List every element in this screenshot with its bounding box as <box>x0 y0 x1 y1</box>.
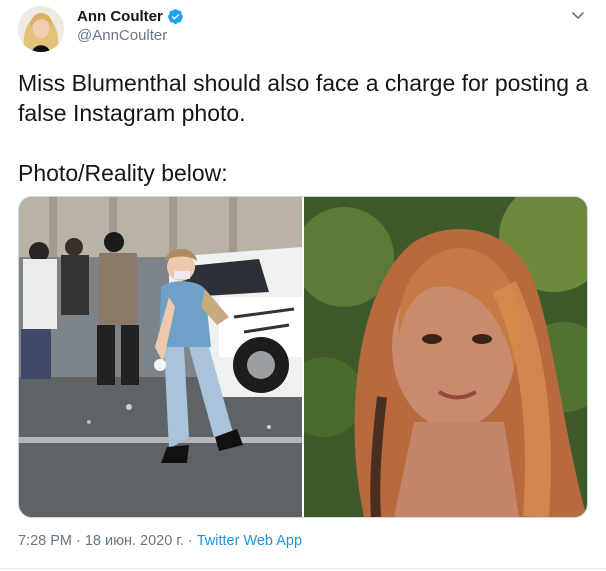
avatar[interactable] <box>18 6 64 52</box>
author-handle[interactable]: @AnnCoulter <box>77 27 167 44</box>
tweet-source-link[interactable]: Twitter Web App <box>197 533 302 549</box>
tweet-time[interactable]: 7:28 PM <box>18 533 72 549</box>
author-row: Ann Coulter <box>77 8 184 25</box>
media-photo-protest[interactable] <box>19 197 302 517</box>
avatar-image <box>18 6 64 52</box>
tweet-text-line1: Miss Blumenthal should also face a charg… <box>18 70 589 126</box>
tweet-date[interactable]: 18 июн. 2020 г. <box>85 533 184 549</box>
meta-separator: · <box>76 533 81 549</box>
tweet-meta: 7:28 PM · 18 июн. 2020 г. · Twitter Web … <box>18 533 302 549</box>
verified-badge-icon <box>167 9 183 24</box>
tweet-text-line2: Photo/Reality below: <box>18 160 228 186</box>
divider <box>0 568 606 569</box>
media-photo-portrait[interactable] <box>304 197 587 517</box>
media-grid <box>18 196 588 518</box>
tweet: Ann Coulter @AnnCoulter Miss Blumenthal … <box>0 0 606 571</box>
chevron-down-icon[interactable] <box>570 7 586 23</box>
portrait-photo <box>304 197 587 517</box>
meta-separator: · <box>187 533 193 549</box>
author-name[interactable]: Ann Coulter <box>77 8 163 25</box>
tweet-text: Miss Blumenthal should also face a charg… <box>18 68 593 188</box>
protest-photo <box>19 197 302 517</box>
